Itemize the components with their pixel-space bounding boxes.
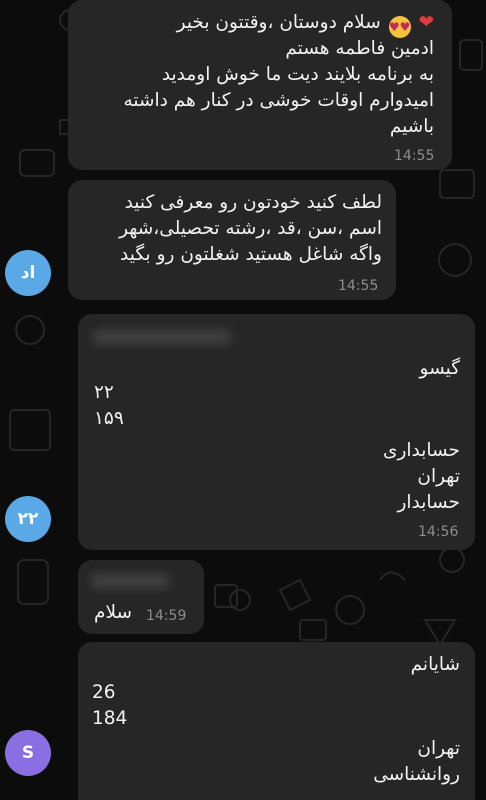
message-3-line-2: ۲۲ [94, 382, 114, 403]
message-1-line-5: باشیم [389, 116, 434, 137]
message-2-line-1: لطف کنید خودتون رو معرفی کنید [124, 192, 382, 213]
message-1-time: 14:55 [394, 148, 435, 164]
message-3-line-5: تهران [417, 466, 460, 487]
smiling-face-heart-eyes-icon: ♥♥ [388, 16, 411, 38]
message-3-line-4: حسابداری [383, 440, 460, 461]
message-1-line-4: امیدوارم اوقات خوشی در کنار هم داشته [123, 90, 434, 111]
message-1-line-1: ❤ ♥♥ سلام دوستان ،وقتتون بخیر [177, 10, 434, 38]
message-5-line-3: 184 [92, 708, 128, 729]
message-5-line-2: 26 [92, 682, 116, 703]
message-1-line-2: ادمین فاطمه هستم [285, 38, 434, 59]
avatar-user-22-initials: ۲۲ [17, 509, 39, 529]
message-1-line-3: به برنامه بلایند دیت ما خوش اومدید [161, 64, 434, 85]
avatar-user-22[interactable]: ۲۲ [5, 496, 51, 542]
message-3-time: 14:56 [418, 524, 459, 540]
sender-name-blurred [92, 330, 232, 344]
message-4-text: سلام [94, 602, 132, 623]
message-5-line-1: شایانم [410, 654, 460, 675]
avatar-user-s[interactable]: S [5, 730, 51, 776]
avatar-admin[interactable]: اد [5, 250, 51, 296]
message-2-line-2: اسم ،سن ،قد ،رشته تحصیلی،شهر [119, 218, 382, 239]
message-1-line-1-text: سلام دوستان ،وقتتون بخیر [176, 12, 381, 33]
message-3-line-6: حسابدار [397, 492, 460, 513]
avatar-admin-initials: اد [20, 263, 36, 283]
message-3-line-1: گیسو [419, 358, 460, 379]
heart-icon: ❤ [418, 12, 434, 33]
message-2-time: 14:55 [338, 278, 379, 294]
message-5-line-4: تهران [417, 738, 460, 759]
avatar-user-s-initials: S [21, 743, 35, 763]
message-2-line-3: واگه شاغل هستید شغلتون رو بگید [120, 244, 382, 265]
message-4-time: 14:59 [146, 608, 187, 624]
message-3-line-3: ۱۵۹ [94, 408, 124, 429]
message-5-line-5: روانشناسی [373, 764, 460, 785]
sender-name-blurred-2 [90, 574, 170, 588]
